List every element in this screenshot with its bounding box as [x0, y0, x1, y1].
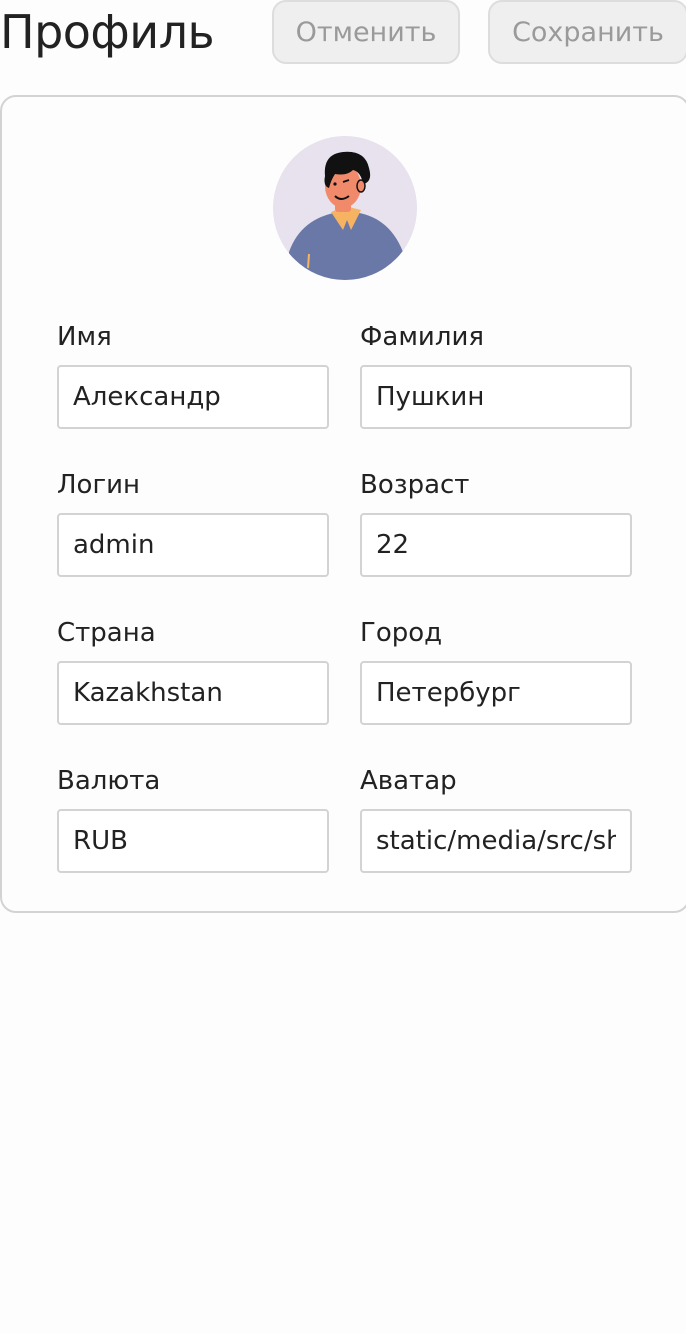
login-input[interactable]: [57, 513, 329, 577]
country-input[interactable]: [57, 661, 329, 725]
last-name-input[interactable]: [360, 365, 632, 429]
currency-label: Валюта: [57, 766, 161, 796]
currency-input[interactable]: [57, 809, 329, 873]
save-button[interactable]: Сохранить: [488, 0, 686, 64]
user-avatar-icon: [273, 136, 417, 280]
login-label: Логин: [57, 470, 141, 500]
first-name-input[interactable]: [57, 365, 329, 429]
avatar-url-input[interactable]: [360, 809, 632, 873]
country-label: Страна: [57, 618, 156, 648]
age-label: Возраст: [360, 470, 470, 500]
city-input[interactable]: [360, 661, 632, 725]
avatar-url-label: Аватар: [360, 766, 457, 796]
page-title: Профиль: [0, 5, 215, 59]
age-input[interactable]: [360, 513, 632, 577]
city-label: Город: [360, 618, 443, 648]
profile-page: Профиль Отменить Сохранить Имя Александр…: [0, 0, 686, 1334]
first-name-label: Имя: [57, 322, 112, 352]
profile-card: Имя Фамилия Логин Возраст Страна Город В…: [0, 95, 686, 913]
page-header: Профиль Отменить Сохранить: [0, 0, 686, 70]
avatar: [273, 136, 417, 280]
last-name-label: Фамилия: [360, 322, 484, 352]
cancel-button[interactable]: Отменить: [272, 0, 460, 64]
